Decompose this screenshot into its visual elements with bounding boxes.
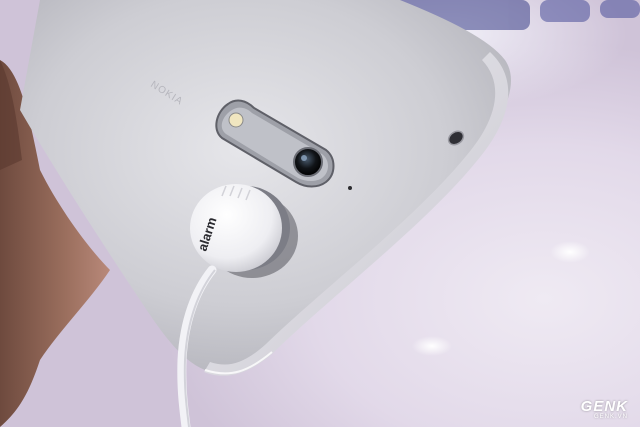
product-photo: NOKIA alarm GENK GENK.VN xyxy=(0,0,640,427)
camera-lens-icon xyxy=(293,147,323,177)
watermark-site: GENK.VN xyxy=(593,414,628,420)
microphone-hole-icon xyxy=(348,186,352,190)
flash-icon xyxy=(228,112,244,128)
background-light-spots xyxy=(412,241,590,356)
phone-body xyxy=(20,0,511,374)
watermark-brand: GENK xyxy=(580,398,628,415)
site-watermark: GENK GENK.VN xyxy=(581,399,628,421)
photo-illustration: NOKIA alarm xyxy=(0,0,640,427)
